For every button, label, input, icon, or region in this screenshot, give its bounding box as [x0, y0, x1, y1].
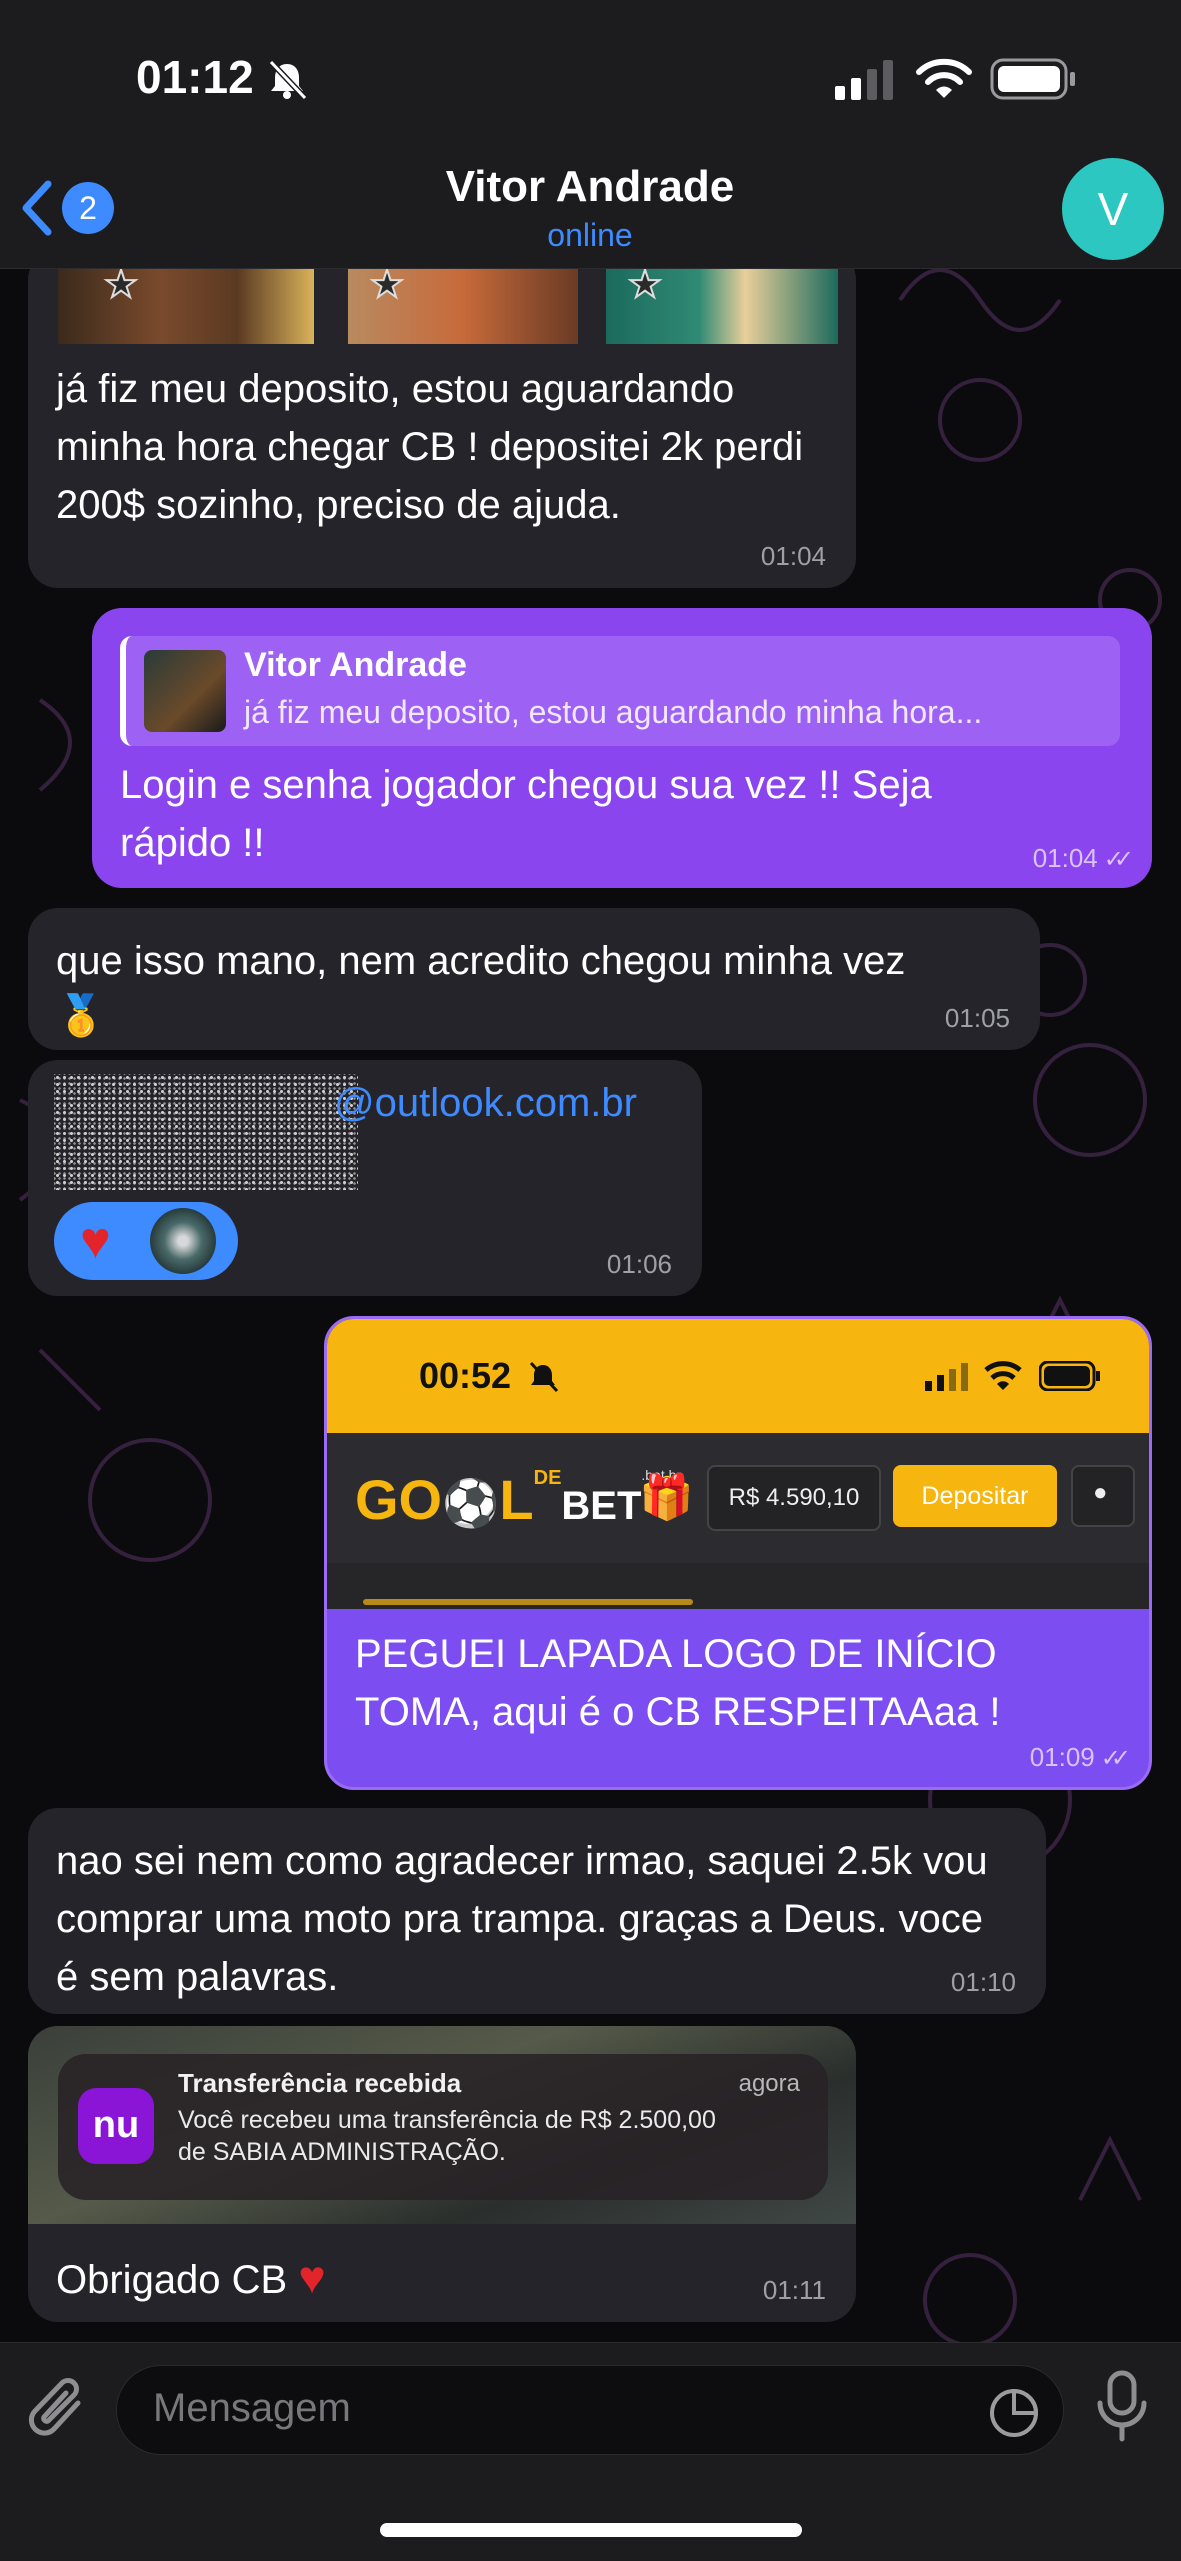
unread-count-badge: 2 [62, 182, 114, 234]
notification-card: nu Transferência recebida agora Você rec… [58, 2054, 828, 2200]
status-time: 01:12 [136, 51, 254, 103]
chevron-left-icon [22, 180, 52, 236]
screenshot-appbar: GO⚽LDEBET.bet.br 🎁 R$ 4.590,10 Depositar… [327, 1433, 1149, 1563]
screenshot-time: 00:52 [419, 1355, 512, 1396]
censored-text [54, 1074, 358, 1190]
message-outgoing[interactable]: 00:52 GO⚽LDEBET.bet.br 🎁 R$ 4.590,10 Dep… [324, 1316, 1152, 1790]
battery-icon [990, 58, 1075, 100]
message-text: Obrigado CB [56, 2258, 288, 2302]
message-incoming[interactable]: nu Transferência recebida agora Você rec… [28, 2026, 856, 2322]
app-badge-text: nu [92, 2104, 140, 2146]
sticker-icon[interactable] [987, 2386, 1041, 2440]
reactor-avatar [150, 1208, 216, 1274]
message-input-placeholder: Mensagem [153, 2386, 351, 2430]
message-time-value: 01:09 [1029, 1742, 1095, 1772]
contact-title[interactable]: Vitor Andrade online [340, 158, 840, 254]
message-text: já fiz meu deposito, estou aguardando mi… [56, 367, 804, 527]
gift-icon: 🎁 [639, 1473, 694, 1522]
message-time: 01:06 [606, 1249, 672, 1279]
message-incoming[interactable]: que isso mano, nem acredito chegou minha… [28, 908, 1040, 1050]
signal-icon [835, 60, 893, 100]
profile-button: ● [1071, 1465, 1135, 1527]
contact-status: online [547, 217, 633, 253]
message-text-line: Obrigado CB ♥ [56, 2248, 326, 2309]
wifi-icon [916, 58, 972, 98]
heart-emoji-icon: ♥ [298, 2251, 326, 2303]
notification-screenshot[interactable]: nu Transferência recebida agora Você rec… [28, 2026, 856, 2224]
avatar[interactable]: V [1062, 158, 1164, 260]
chat-header: 2 Vitor Andrade online V [0, 150, 1181, 269]
message-incoming[interactable]: @outlook.com.br ♥ 01:06 [28, 1060, 702, 1296]
home-indicator [380, 2523, 802, 2537]
reply-sender: Vitor Andrade [244, 646, 467, 684]
goldebet-logo: GO⚽LDEBET.bet.br [355, 1467, 681, 1531]
microphone-icon[interactable] [1092, 2369, 1152, 2445]
logo-letter: L [499, 1468, 534, 1531]
message-time: 01:09 ✓✓ [1029, 1742, 1131, 1773]
screenshot-image[interactable]: 00:52 GO⚽LDEBET.bet.br 🎁 R$ 4.590,10 Dep… [327, 1319, 1149, 1609]
message-text: Login e senha jogador chegou sua vez !! … [120, 763, 932, 865]
logo-part: DE [533, 1467, 562, 1489]
message-time: 01:04 [760, 541, 826, 571]
deposit-button: Depositar [893, 1465, 1057, 1527]
silent-mode-icon [268, 59, 308, 101]
back-button[interactable]: 2 [18, 178, 128, 240]
balance-value: R$ 4.590,10 [728, 1484, 860, 1511]
message-incoming[interactable]: nao sei nem como agradecer irmao, saquei… [28, 1808, 1046, 2014]
logo-part: GO [355, 1468, 443, 1531]
screenshot-silent-icon [529, 1361, 559, 1393]
message-text: que isso mano, nem acredito chegou minha… [56, 939, 906, 983]
message-outgoing[interactable]: Vitor Andrade já fiz meu deposito, estou… [92, 608, 1152, 888]
attachment-icon[interactable] [26, 2373, 92, 2443]
notification-title: Transferência recebida [178, 2068, 462, 2098]
reply-text: já fiz meu deposito, estou aguardando mi… [244, 694, 983, 730]
message-time: 01:04 ✓✓ [1032, 843, 1134, 874]
message-text: nao sei nem como agradecer irmao, saquei… [56, 1839, 988, 1999]
medal-icon: 🥇 [56, 994, 106, 1038]
message-time: 01:05 [944, 1003, 1010, 1033]
avatar-letter: V [1097, 183, 1129, 235]
reply-quote[interactable]: Vitor Andrade já fiz meu deposito, estou… [120, 636, 1120, 746]
email-link[interactable]: @outlook.com.br [334, 1074, 637, 1132]
screenshot-wifi-icon [984, 1361, 1022, 1390]
message-time: 01:11 [762, 2275, 826, 2305]
composer-bar: Mensagem [0, 2342, 1181, 2561]
message-time-value: 01:04 [1032, 843, 1098, 873]
screenshot-statusbar: 00:52 [327, 1319, 1149, 1433]
reply-thumbnail [144, 650, 226, 732]
screenshot-battery-icon [1039, 1361, 1100, 1391]
screenshot-tab-hint [363, 1599, 693, 1605]
message-time: 01:10 [950, 1967, 1016, 1997]
logo-ball-icon: ⚽ [442, 1477, 500, 1529]
notification-body: Você recebeu uma transferência de R$ 2.5… [178, 2106, 716, 2166]
message-incoming[interactable]: ★ ★ ★ já fiz meu deposito, estou aguarda… [28, 250, 856, 588]
status-bar: 01:12 [0, 0, 1181, 150]
nubank-app-icon: nu [78, 2088, 154, 2164]
notification-when: agora [738, 2070, 800, 2097]
user-icon: ● [1093, 1479, 1108, 1506]
deposit-label: Depositar [921, 1482, 1029, 1510]
read-receipt-icon: ✓✓ [1100, 1745, 1131, 1772]
read-receipt-icon: ✓✓ [1103, 846, 1134, 873]
heart-reaction-icon: ♥ [80, 1212, 111, 1270]
message-input[interactable]: Mensagem [116, 2365, 1064, 2455]
reaction-pill[interactable]: ♥ [54, 1202, 238, 1280]
balance-box: R$ 4.590,10 [707, 1465, 881, 1531]
message-text: PEGUEI LAPADA LOGO DE INÍCIO TOMA, aqui … [355, 1632, 1001, 1734]
unread-count: 2 [79, 190, 97, 226]
logo-part: BET [561, 1484, 642, 1528]
contact-name: Vitor Andrade [445, 162, 735, 211]
screenshot-signal-icon [925, 1363, 968, 1391]
